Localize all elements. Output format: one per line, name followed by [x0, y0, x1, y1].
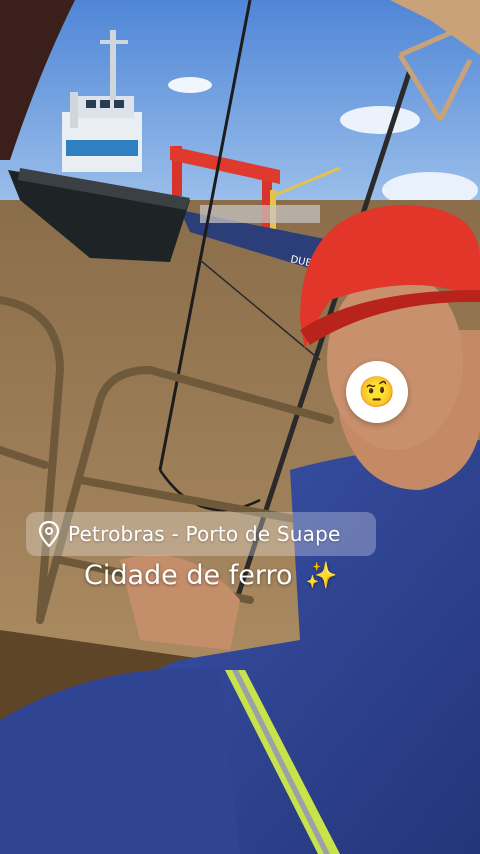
location-sticker[interactable]: Petrobras - Porto de Suape: [26, 512, 376, 556]
caption-text: Cidade de ferro: [84, 560, 293, 591]
story-caption[interactable]: Cidade de ferro ✨: [84, 560, 337, 591]
location-pin-icon: [38, 521, 60, 547]
face-emoji-sticker[interactable]: 🤨: [346, 361, 408, 423]
location-label: Petrobras - Porto de Suape: [68, 522, 341, 546]
cloud: [168, 77, 212, 93]
raised-eyebrow-emoji: 🤨: [358, 374, 396, 410]
cloud: [340, 106, 420, 134]
sparkles-icon: ✨: [305, 561, 338, 591]
photo-background: DUBLIN: [0, 0, 480, 854]
